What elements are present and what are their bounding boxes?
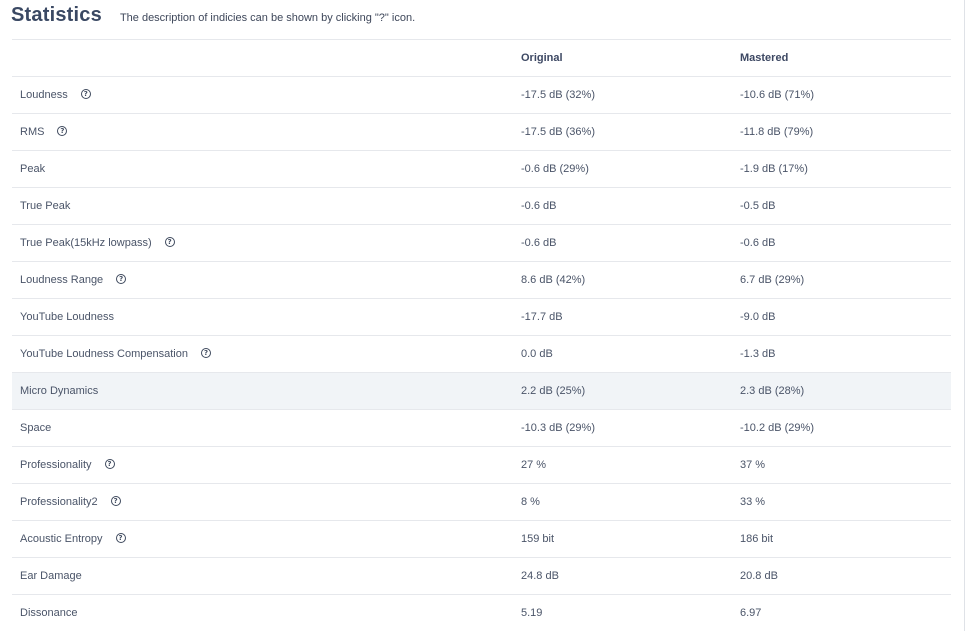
metric-label: RMS — [20, 126, 45, 138]
metric-label: Micro Dynamics — [20, 385, 99, 397]
metric-label-cell: RMS? — [12, 113, 509, 151]
column-header-mastered: Mastered — [728, 39, 951, 77]
metric-label: Professionality2 — [20, 496, 98, 508]
original-value: 0.0 dB — [509, 335, 728, 373]
help-icon[interactable]: ? — [80, 89, 91, 100]
help-icon[interactable]: ? — [116, 274, 127, 285]
original-value: 5.19 — [509, 594, 728, 631]
metric-label-cell: Professionality? — [12, 446, 509, 484]
table-row: YouTube Loudness Compensation? 0.0 dB -1.3… — [12, 335, 951, 373]
metric-label-cell: Loudness? — [12, 76, 509, 114]
table-row: Peak -0.6 dB (29%) -1.9 dB (17%) — [12, 150, 951, 188]
metric-label-cell: True Peak — [12, 187, 509, 225]
metric-label-cell: YouTube Loudness Compensation? — [12, 335, 509, 373]
mastered-value: -11.8 dB (79%) — [728, 113, 951, 151]
metric-label: Space — [20, 422, 52, 434]
table-body: Loudness? -17.5 dB (32%) -10.6 dB (71%) RMS… — [12, 76, 951, 631]
metric-label-cell: Ear Damage — [12, 557, 509, 595]
right-edge-divider — [964, 0, 965, 631]
help-icon[interactable]: ? — [57, 126, 68, 137]
original-value: 24.8 dB — [509, 557, 728, 595]
table-row: Dissonance 5.19 6.97 — [12, 594, 951, 631]
mastered-value: -10.2 dB (29%) — [728, 409, 951, 447]
original-value: 8.6 dB (42%) — [509, 261, 728, 299]
original-value: -0.6 dB (29%) — [509, 150, 728, 188]
original-value: -0.6 dB — [509, 187, 728, 225]
original-value: -17.7 dB — [509, 298, 728, 336]
table-row: Loudness? -17.5 dB (32%) -10.6 dB (71%) — [12, 76, 951, 114]
metric-label: Ear Damage — [20, 570, 82, 582]
help-icon[interactable]: ? — [200, 348, 211, 359]
metric-label: Acoustic Entropy — [20, 533, 103, 545]
mastered-value: 33 % — [728, 483, 951, 521]
page-title: Statistics — [11, 4, 102, 26]
metric-label-cell: Micro Dynamics — [12, 372, 509, 410]
table-row: Professionality2? 8 % 33 % — [12, 483, 951, 521]
metric-label-cell: True Peak(15kHz lowpass)? — [12, 224, 509, 262]
metric-label: True Peak — [20, 200, 71, 212]
original-value: 2.2 dB (25%) — [509, 372, 728, 410]
metric-label: Peak — [20, 163, 46, 175]
page-description: The description of indicies can be shown… — [119, 12, 416, 24]
page-header: Statistics The description of indicies c… — [11, 4, 415, 36]
original-value: -0.6 dB — [509, 224, 728, 262]
table-row: Acoustic Entropy? 159 bit 186 bit — [12, 520, 951, 558]
table-row: Micro Dynamics 2.2 dB (25%) 2.3 dB (28%) — [12, 372, 951, 410]
help-icon[interactable]: ? — [115, 533, 126, 544]
table-row: YouTube Loudness -17.7 dB -9.0 dB — [12, 298, 951, 336]
table-row: Ear Damage 24.8 dB 20.8 dB — [12, 557, 951, 595]
metric-label: True Peak(15kHz lowpass) — [20, 237, 152, 249]
metric-label: Dissonance — [20, 607, 78, 619]
mastered-value: -10.6 dB (71%) — [728, 76, 951, 114]
original-value: -17.5 dB (32%) — [509, 76, 728, 114]
original-value: -10.3 dB (29%) — [509, 409, 728, 447]
metric-label-cell: Professionality2? — [12, 483, 509, 521]
metric-label: YouTube Loudness — [20, 311, 114, 323]
mastered-value: 20.8 dB — [728, 557, 951, 595]
metric-label: Professionality — [20, 459, 92, 471]
metric-label-cell: Space — [12, 409, 509, 447]
table-row: True Peak -0.6 dB -0.5 dB — [12, 187, 951, 225]
mastered-value: 37 % — [728, 446, 951, 484]
statistics-table: Original Mastered Loudness? -17.5 dB (32%… — [12, 39, 951, 631]
mastered-value: 6.97 — [728, 594, 951, 631]
metric-label-cell: YouTube Loudness — [12, 298, 509, 336]
original-value: -17.5 dB (36%) — [509, 113, 728, 151]
original-value: 27 % — [509, 446, 728, 484]
original-value: 8 % — [509, 483, 728, 521]
metric-label: YouTube Loudness Compensation — [20, 348, 188, 360]
original-value: 159 bit — [509, 520, 728, 558]
table-row: True Peak(15kHz lowpass)? -0.6 dB -0.6 dB — [12, 224, 951, 262]
metric-label: Loudness — [20, 89, 68, 101]
mastered-value: -0.6 dB — [728, 224, 951, 262]
help-icon[interactable]: ? — [164, 237, 175, 248]
column-header-metric — [12, 39, 509, 77]
help-icon[interactable]: ? — [104, 459, 115, 470]
table-row: Loudness Range? 8.6 dB (42%) 6.7 dB (29%) — [12, 261, 951, 299]
metric-label-cell: Dissonance — [12, 594, 509, 631]
metric-label-cell: Acoustic Entropy? — [12, 520, 509, 558]
mastered-value: 2.3 dB (28%) — [728, 372, 951, 410]
metric-label-cell: Peak — [12, 150, 509, 188]
column-header-original: Original — [509, 39, 728, 77]
mastered-value: 186 bit — [728, 520, 951, 558]
table-header-row: Original Mastered — [12, 39, 951, 77]
table-row: RMS? -17.5 dB (36%) -11.8 dB (79%) — [12, 113, 951, 151]
mastered-value: -1.9 dB (17%) — [728, 150, 951, 188]
metric-label: Loudness Range — [20, 274, 104, 286]
mastered-value: 6.7 dB (29%) — [728, 261, 951, 299]
table-row: Space -10.3 dB (29%) -10.2 dB (29%) — [12, 409, 951, 447]
help-icon[interactable]: ? — [110, 496, 121, 507]
mastered-value: -0.5 dB — [728, 187, 951, 225]
mastered-value: -1.3 dB — [728, 335, 951, 373]
table-row: Professionality? 27 % 37 % — [12, 446, 951, 484]
mastered-value: -9.0 dB — [728, 298, 951, 336]
metric-label-cell: Loudness Range? — [12, 261, 509, 299]
